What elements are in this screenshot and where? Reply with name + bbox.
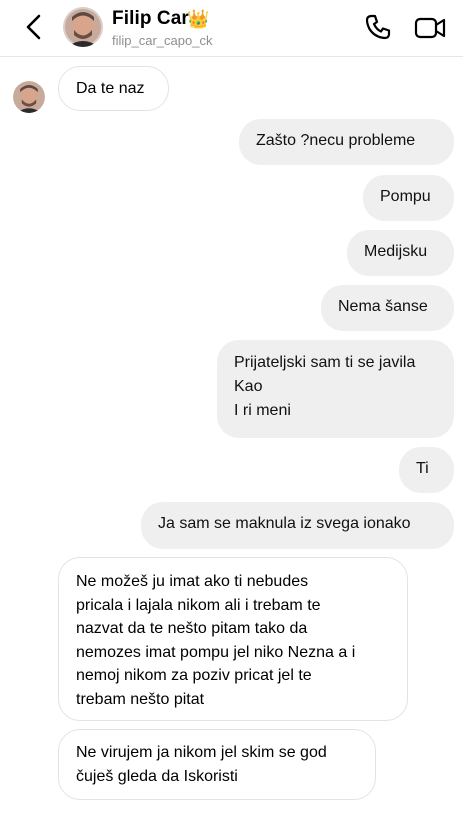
message-sent[interactable]: Zašto ?necu probleme [239,119,454,165]
message-sent[interactable]: Nema šanse [321,285,454,331]
contact-avatar[interactable] [63,7,103,47]
contact-avatar-small[interactable] [13,81,45,113]
chevron-left-icon[interactable] [22,12,46,42]
message-sent[interactable]: Ti [399,447,454,493]
message-sent[interactable]: Prijateljski sam ti se javila Kao I ri m… [217,340,454,438]
contact-username[interactable]: filip_car_capo_ck [112,33,212,48]
message-received[interactable]: Ne virujem ja nikom jel skim se god čuje… [58,729,376,800]
message-received[interactable]: Ne možeš ju imat ako ti nebudes pricala … [58,557,408,721]
message-sent[interactable]: Ja sam se maknula iz svega ionako [141,502,454,549]
crown-icon: 👑 [187,9,210,29]
contact-name[interactable]: Filip Car [112,8,189,30]
message-sent[interactable]: Medijsku [347,230,454,276]
message-received[interactable]: Da te naz [58,66,169,111]
phone-icon[interactable] [364,13,392,41]
video-camera-icon[interactable] [414,14,446,42]
chat-header: Filip Car 👑 filip_car_capo_ck [0,0,463,57]
message-sent[interactable]: Pompu [363,175,454,221]
